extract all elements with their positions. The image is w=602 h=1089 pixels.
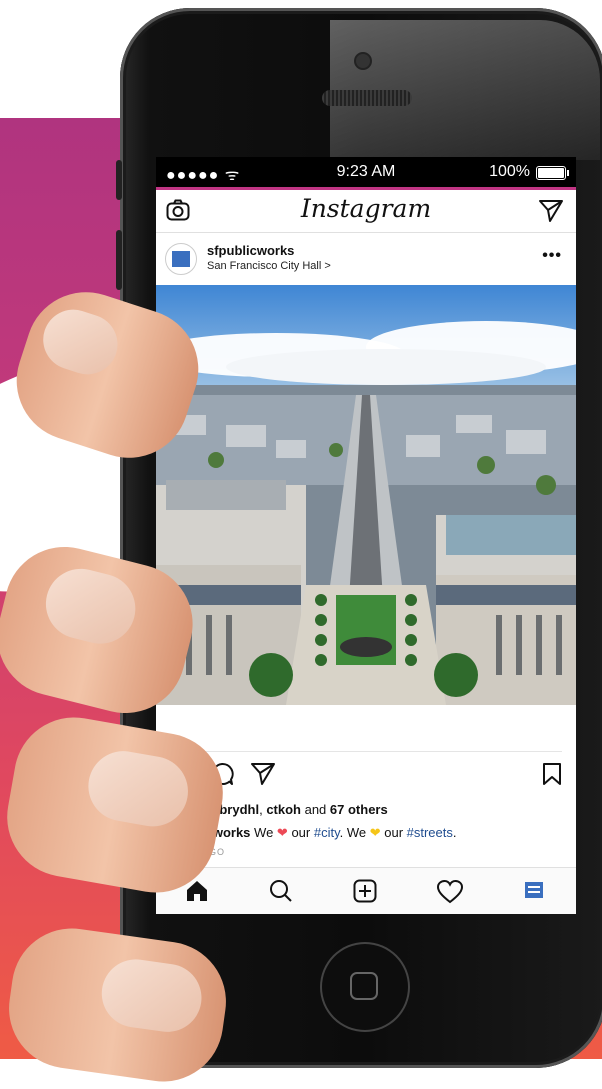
- profile-icon[interactable]: [525, 882, 543, 903]
- post-header: sfpublicworks San Francisco City Hall > …: [156, 233, 576, 285]
- likes-others[interactable]: 67 others: [330, 802, 388, 817]
- bookmark-icon[interactable]: [542, 762, 562, 791]
- search-icon[interactable]: [269, 879, 293, 908]
- heart-outline-icon[interactable]: [436, 879, 464, 909]
- caption-text: our: [287, 825, 314, 840]
- red-heart-emoji-icon: ❤: [276, 825, 288, 840]
- more-options-icon[interactable]: •••: [542, 247, 562, 265]
- app-logo: Instagram: [300, 194, 432, 223]
- caption-text: our: [380, 825, 407, 840]
- post-caption: icworks We ❤ our #city. We ❤ our #street…: [202, 825, 457, 841]
- avatar[interactable]: [165, 243, 197, 275]
- hashtag-link[interactable]: #city: [314, 825, 340, 840]
- likes-and: and: [300, 802, 330, 817]
- hashtag-link[interactable]: #streets: [407, 825, 453, 840]
- paper-plane-icon[interactable]: [538, 199, 564, 228]
- post-username[interactable]: sfpublicworks: [207, 243, 294, 258]
- yellow-heart-emoji-icon: ❤: [369, 825, 381, 840]
- post-photo[interactable]: [156, 285, 576, 705]
- likes-user[interactable]: ctkoh: [266, 802, 301, 817]
- volume-up-button: [116, 230, 122, 290]
- likes-line: by brydhl, ctkoh and 67 others: [202, 802, 388, 817]
- home-icon[interactable]: [185, 880, 209, 907]
- caption-text: We: [250, 825, 277, 840]
- likes-user[interactable]: brydhl: [219, 802, 259, 817]
- app-header: Instagram: [156, 190, 576, 233]
- caption-text: . We: [339, 825, 370, 840]
- post-location[interactable]: San Francisco City Hall >: [207, 260, 331, 272]
- share-icon[interactable]: [250, 762, 276, 791]
- caption-text: .: [452, 825, 457, 840]
- bottom-tab-bar: [156, 867, 576, 914]
- front-camera: [354, 52, 372, 70]
- mute-switch: [116, 160, 122, 200]
- home-button[interactable]: [320, 942, 410, 1032]
- battery-icon: [536, 166, 569, 180]
- earpiece-speaker: [322, 90, 412, 106]
- battery-percent: 100%: [489, 163, 530, 180]
- status-bar: ●●●●● ᯤ 9:23 AM 100%: [156, 157, 576, 187]
- add-post-icon[interactable]: [353, 879, 377, 908]
